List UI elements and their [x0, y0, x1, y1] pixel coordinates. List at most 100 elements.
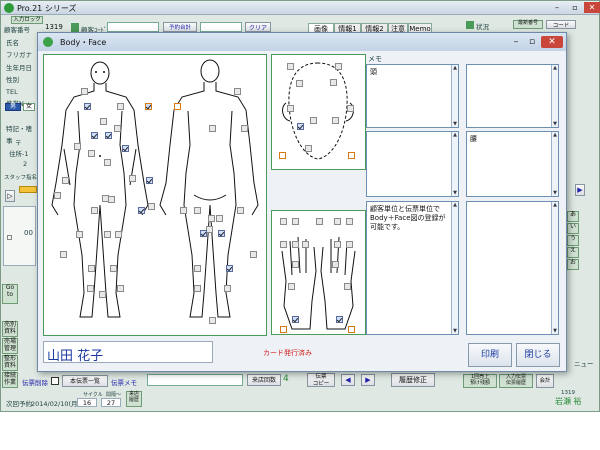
app-close-button[interactable]: ✕ [584, 2, 600, 13]
region-checkbox-b19[interactable] [62, 177, 69, 184]
memo-scrollbar-4[interactable]: ▲ ▼ [551, 132, 558, 196]
gender-chip-female[interactable]: 女 [23, 103, 35, 111]
region-checkbox-b1[interactable] [81, 88, 88, 95]
memo-scrollbar-5[interactable]: ▲ ▼ [451, 202, 458, 334]
memo-scrollbar-1[interactable]: ▲ ▼ [451, 65, 458, 127]
region-checkbox-b11[interactable] [74, 143, 81, 150]
region-checkbox-f11[interactable] [279, 152, 286, 159]
region-checkbox-h8[interactable] [302, 241, 309, 248]
slip-memo-input[interactable] [147, 374, 243, 386]
stamp-chip[interactable] [19, 186, 37, 193]
minimize-button[interactable]: – [549, 2, 565, 13]
letter-u-button[interactable]: う [567, 235, 579, 246]
region-checkbox-b27[interactable] [194, 207, 201, 214]
memo-box-5[interactable]: 顧客単位と伝票単位でBody＋Face図の登録が可能です。 ▲ ▼ [366, 201, 459, 335]
letter-a-button[interactable]: あ [567, 211, 579, 222]
dialog-minimize-button[interactable]: – [508, 36, 524, 48]
region-checkbox-f4[interactable] [330, 79, 337, 86]
region-checkbox-b30[interactable] [216, 215, 223, 222]
region-checkbox-b23[interactable] [148, 203, 155, 210]
region-checkbox-h12[interactable] [332, 261, 339, 268]
close-button[interactable]: 閉じる [516, 343, 560, 367]
letter-o-button[interactable]: お [567, 259, 579, 270]
code-button[interactable]: コード [546, 20, 576, 29]
memo-box-2[interactable]: ▲ ▼ [466, 64, 559, 128]
region-checkbox-f1[interactable] [287, 63, 294, 70]
region-checkbox-b17[interactable] [129, 175, 136, 182]
memo-scrollbar-2[interactable]: ▲ ▼ [551, 65, 558, 127]
region-checkbox-f10[interactable] [305, 145, 312, 152]
visit-history-button[interactable]: 来店 履歴 [126, 391, 142, 407]
memo-box-1[interactable]: 頭 ▲ ▼ [366, 64, 459, 128]
region-checkbox-b44[interactable] [117, 285, 124, 292]
region-checkbox-b33[interactable] [115, 231, 122, 238]
maximize-button[interactable]: ▫ [567, 2, 583, 13]
region-checkbox-b25[interactable] [91, 207, 98, 214]
region-checkbox-h3[interactable] [316, 218, 323, 225]
region-checkbox-b40[interactable] [110, 265, 117, 272]
history-fix-button[interactable]: 履歴修正 [391, 373, 435, 387]
slip-copy-button[interactable]: 伝票 コピー [307, 373, 335, 387]
region-checkbox-b48[interactable] [209, 317, 216, 324]
clear-button[interactable]: クリア [245, 22, 271, 32]
region-checkbox-h14[interactable] [344, 283, 351, 290]
region-checkbox-h6[interactable] [280, 241, 287, 248]
input-lock-tag[interactable]: 入力ロック [11, 16, 43, 24]
region-checkbox-h15[interactable] [292, 316, 299, 323]
region-checkbox-b29[interactable] [208, 215, 215, 222]
region-checkbox-b32[interactable] [76, 231, 83, 238]
goto-button[interactable]: Go to [2, 284, 18, 304]
sales-balance-button[interactable]: 1回売上 預け残額 [463, 374, 497, 388]
region-checkbox-b10[interactable] [114, 125, 121, 132]
gender-chip-male[interactable]: 男 [5, 103, 21, 111]
region-checkbox-f3[interactable] [296, 80, 303, 87]
region-checkbox-h9[interactable] [334, 241, 341, 248]
region-checkbox-h17[interactable] [280, 326, 287, 333]
region-checkbox-b8[interactable] [105, 132, 112, 139]
region-checkbox-h5[interactable] [346, 218, 353, 225]
region-checkbox-b5[interactable] [174, 103, 181, 110]
left-button-2[interactable]: 売別 資料 [2, 321, 18, 337]
region-checkbox-b6[interactable] [234, 88, 241, 95]
region-checkbox-b38[interactable] [250, 251, 257, 258]
region-checkbox-b16[interactable] [104, 159, 111, 166]
region-checkbox-b34[interactable] [206, 226, 213, 233]
region-checkbox-b46[interactable] [224, 285, 231, 292]
region-checkbox-b15[interactable] [88, 150, 95, 157]
region-checkbox-b14[interactable] [241, 125, 248, 132]
dialog-close-icon[interactable]: ✕ [541, 36, 563, 48]
region-checkbox-f2[interactable] [335, 63, 342, 70]
region-checkbox-f7[interactable] [332, 117, 339, 124]
region-checkbox-b2[interactable] [84, 103, 91, 110]
slip-history-button[interactable]: 入力伝票 伝票履歴 [499, 374, 533, 388]
memo-box-4[interactable]: 腰 ▲ ▼ [466, 131, 559, 197]
customer-code-input[interactable] [107, 22, 159, 32]
dialog-maximize-button[interactable]: ▫ [525, 36, 539, 48]
memo-box-3[interactable]: ▲ ▼ [366, 131, 459, 197]
left-info-checkbox[interactable] [7, 235, 12, 240]
region-checkbox-b28[interactable] [237, 207, 244, 214]
region-checkbox-b21[interactable] [108, 196, 115, 203]
region-checkbox-b42[interactable] [226, 265, 233, 272]
region-checkbox-b4[interactable] [145, 103, 152, 110]
next-arrow-button[interactable]: ▶ [575, 184, 585, 196]
interval-value[interactable]: 27 [101, 398, 121, 407]
region-checkbox-b31[interactable] [104, 231, 111, 238]
region-checkbox-b9[interactable] [91, 132, 98, 139]
region-checkbox-b13[interactable] [209, 125, 216, 132]
region-checkbox-b37[interactable] [60, 251, 67, 258]
menu-label[interactable]: ニュー [574, 358, 594, 368]
region-checkbox-b43[interactable] [87, 285, 94, 292]
letter-i-button[interactable]: い [567, 223, 579, 234]
region-checkbox-f6[interactable] [310, 117, 317, 124]
slip-list-button[interactable]: 本伝票一覧 [62, 375, 108, 387]
left-button-5[interactable]: 接続 作業 [2, 372, 18, 388]
region-checkbox-b12[interactable] [122, 145, 129, 152]
latest-number-button[interactable]: 最新番号 [513, 20, 543, 29]
hours-button[interactable]: 予約台計 [163, 22, 197, 32]
region-checkbox-b35[interactable] [200, 230, 207, 237]
memo-scrollbar-3[interactable]: ▲ ▼ [451, 132, 458, 196]
hours-input[interactable] [200, 22, 242, 32]
region-checkbox-h2[interactable] [292, 218, 299, 225]
region-checkbox-h7[interactable] [292, 241, 299, 248]
